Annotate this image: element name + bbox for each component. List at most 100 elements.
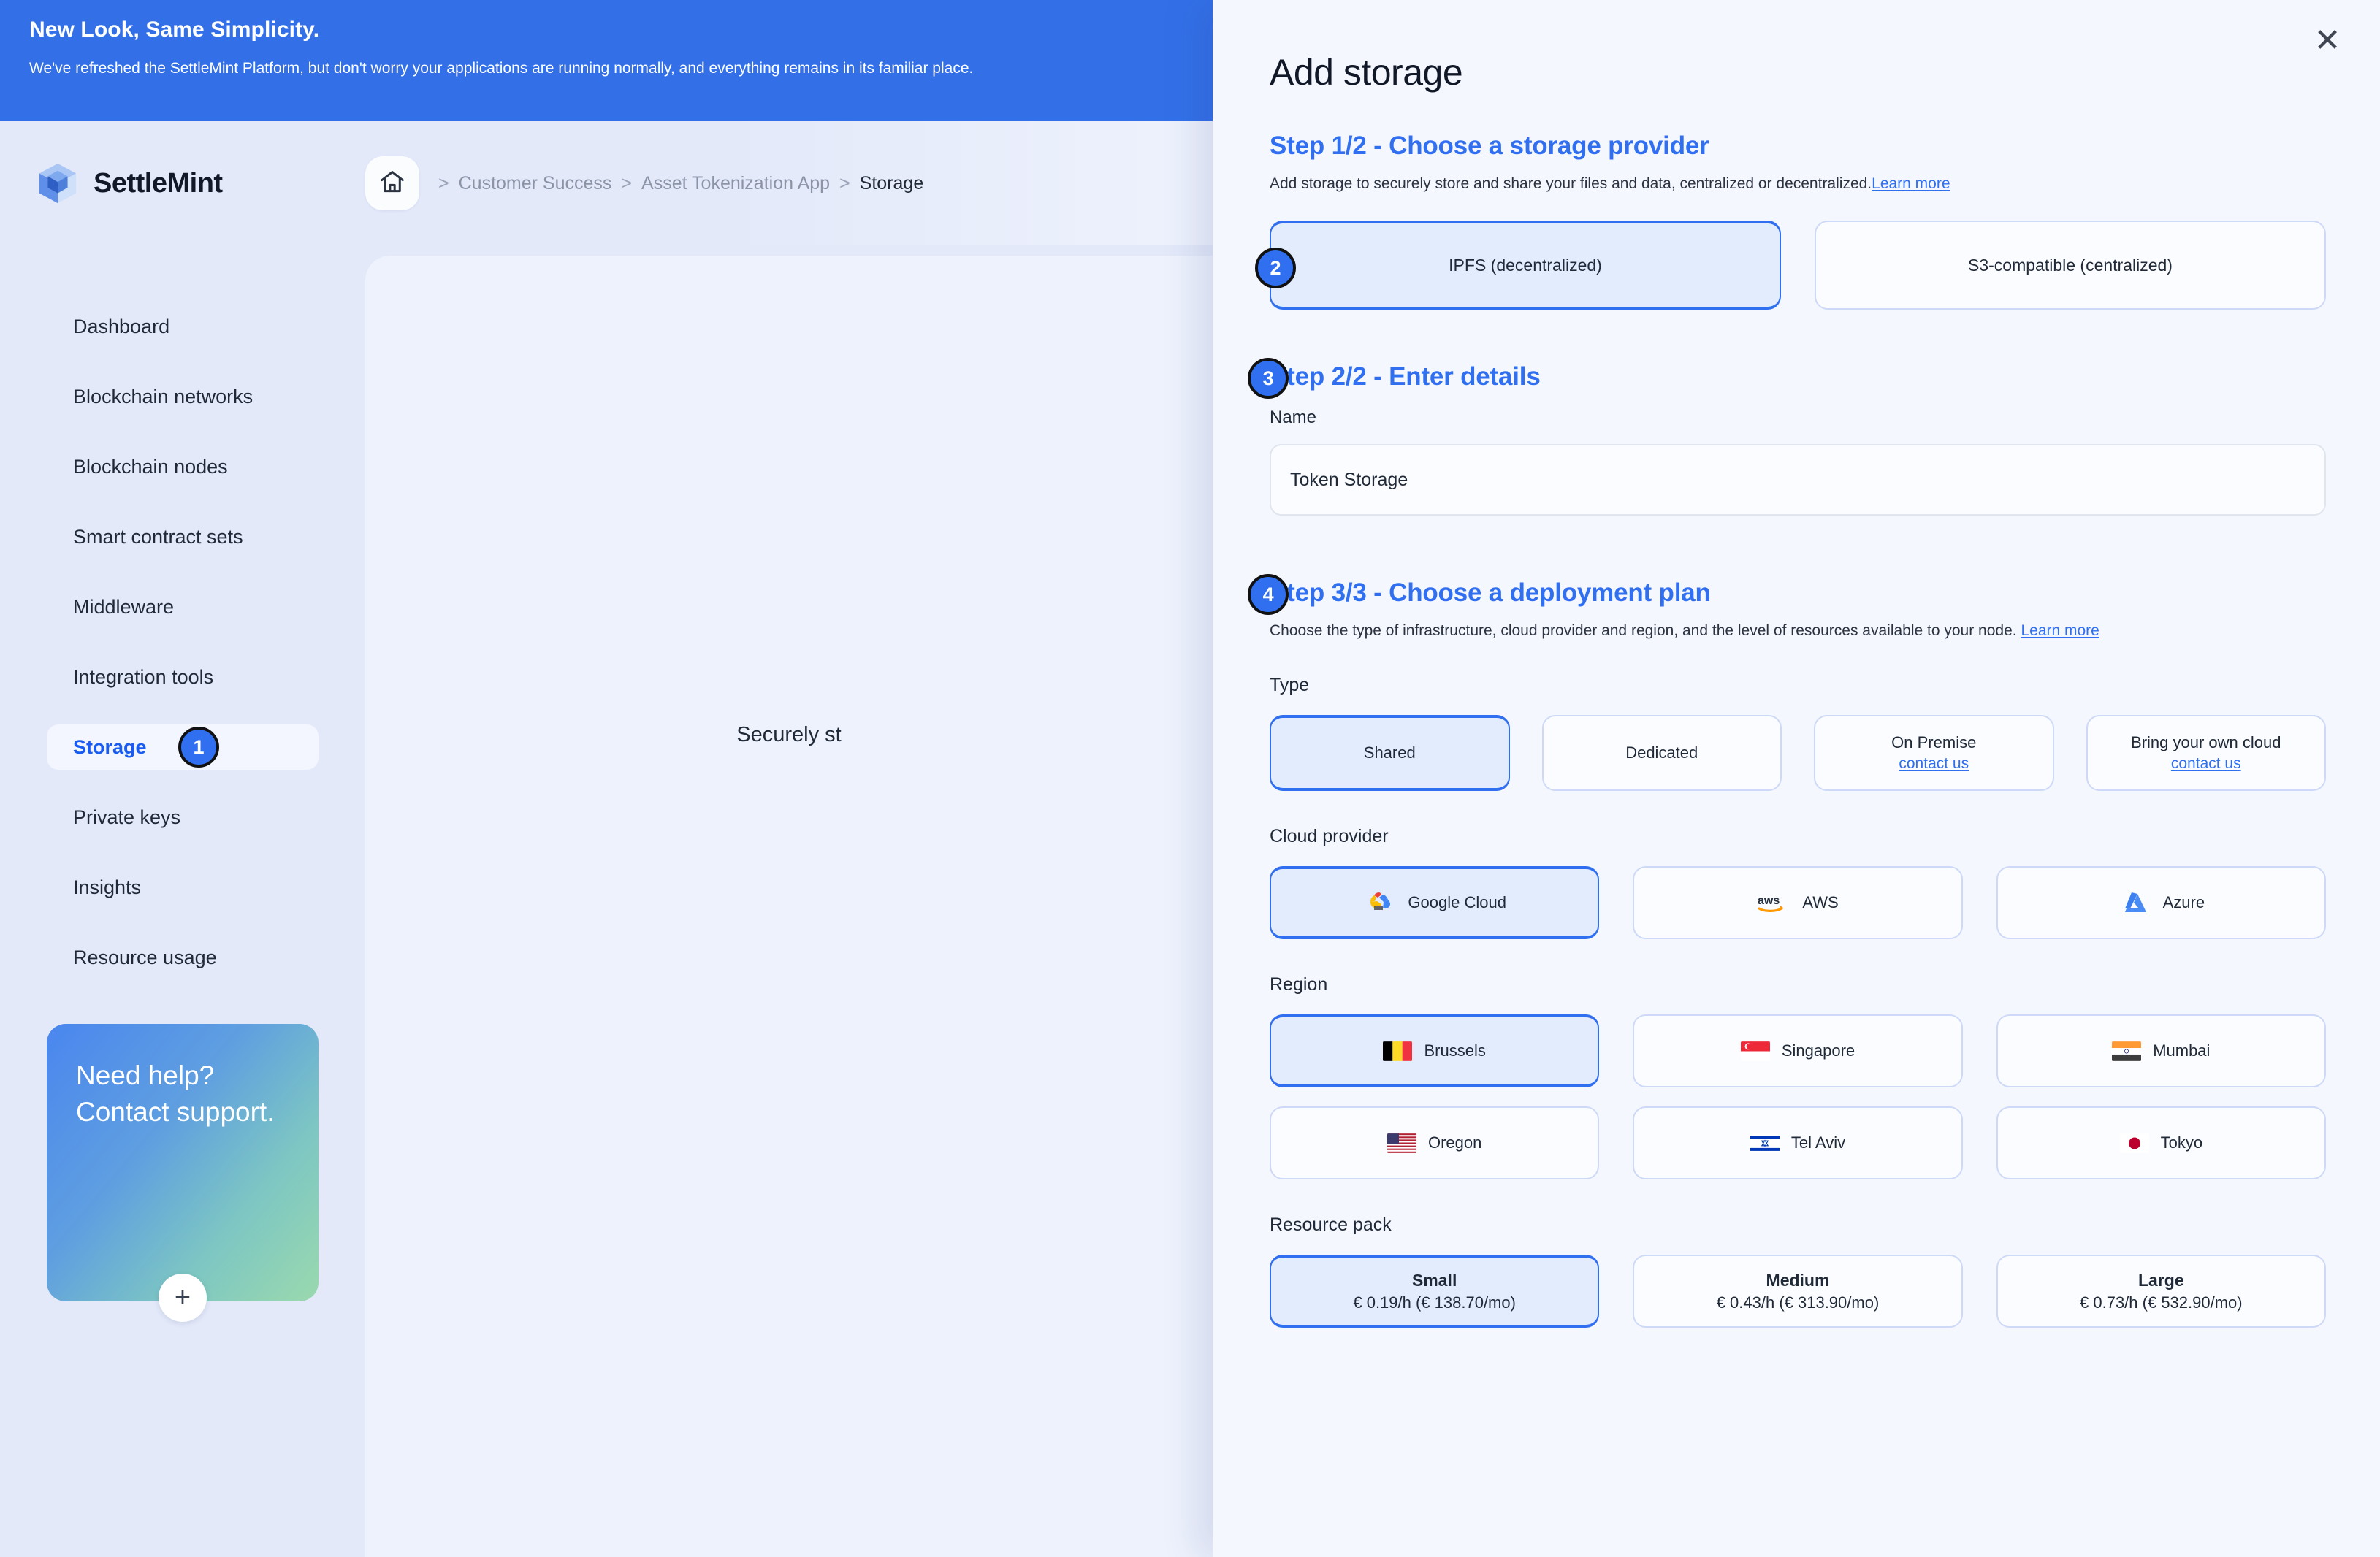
name-field-label: Name (1270, 408, 1317, 427)
flag-india-icon (2112, 1041, 2142, 1062)
step-3-description-text: Choose the type of infrastructure, cloud… (1270, 622, 2017, 639)
breadcrumb-home-button[interactable] (365, 156, 419, 210)
cloud-option-label: Google Cloud (1408, 893, 1506, 911)
region-options-row-1: Brussels Singapore Mumbai (1270, 1014, 2326, 1087)
breadcrumb-item-customer-success[interactable]: Customer Success (459, 173, 612, 194)
type-option-label: Bring your own cloud (2131, 733, 2281, 751)
sidebar-item-label: Blockchain networks (73, 385, 253, 408)
resource-pack-option-large[interactable]: Large € 0.73/h (€ 532.90/mo) (1996, 1255, 2326, 1328)
type-group-label: Type (1270, 675, 1310, 695)
region-options-row-2: Oregon Tel Aviv Tokyo (1270, 1106, 2326, 1179)
region-option-label: Oregon (1427, 1133, 1482, 1152)
breadcrumb-separator-1: > (438, 172, 449, 194)
resource-pack-options: Small € 0.19/h (€ 138.70/mo) Medium € 0.… (1270, 1255, 2326, 1328)
step-2-heading: Step 2/2 - Enter details (1270, 362, 1541, 391)
type-option-dedicated[interactable]: Dedicated (1541, 715, 1782, 791)
home-icon (378, 168, 406, 199)
breadcrumb-item-storage[interactable]: Storage (860, 173, 924, 194)
content-hero-text: Securely st (736, 723, 842, 746)
cloud-option-label: Azure (2162, 893, 2205, 911)
sidebar-item-private-keys[interactable]: Private keys (47, 795, 319, 840)
storage-provider-options: 2 IPFS (decentralized) S3-compatible (ce… (1255, 221, 2326, 310)
sidebar-item-middleware[interactable]: Middleware (47, 584, 319, 630)
breadcrumb-item-asset-tokenization-app[interactable]: Asset Tokenization App (641, 173, 830, 194)
sidebar-item-label: Resource usage (73, 946, 217, 968)
sidebar-item-label: Integration tools (73, 665, 214, 688)
settlemint-cube-icon (35, 161, 80, 206)
brand-logo[interactable]: SettleMint (0, 161, 365, 206)
help-support-card[interactable]: Need help? Contact support. + (47, 1024, 319, 1322)
resource-pack-option-small[interactable]: Small € 0.19/h (€ 138.70/mo) (1270, 1255, 1600, 1328)
region-group-label: Region (1270, 974, 1328, 995)
resource-pack-group-label: Resource pack (1270, 1214, 1392, 1235)
resource-pack-price: € 0.43/h (€ 313.90/mo) (1716, 1293, 1880, 1312)
sidebar-item-blockchain-networks[interactable]: Blockchain networks (47, 374, 319, 419)
region-option-label: Mumbai (2153, 1041, 2211, 1060)
flag-usa-icon (1387, 1133, 1416, 1154)
sidebar-item-integration-tools[interactable]: Integration tools (47, 654, 319, 700)
cloud-provider-options: Google Cloud aws AWS Azure (1270, 866, 2326, 939)
svg-text:aws: aws (1758, 895, 1780, 907)
step-1-learn-more-link[interactable]: Learn more (1872, 175, 1950, 192)
resource-pack-name: Small (1411, 1270, 1457, 1290)
provider-option-ipfs[interactable]: 2 IPFS (decentralized) (1255, 221, 1781, 310)
sidebar-item-label: Dashboard (73, 315, 170, 337)
sidebar-item-dashboard[interactable]: Dashboard (47, 304, 319, 349)
plus-icon[interactable]: + (159, 1274, 207, 1322)
provider-option-label: S3-compatible (centralized) (1968, 255, 2173, 275)
promo-banner-subtitle: We've refreshed the SettleMint Platform,… (29, 60, 974, 77)
drawer-body: Add storage Step 1/2 - Choose a storage … (1213, 0, 2380, 1328)
sidebar-item-blockchain-nodes[interactable]: Blockchain nodes (47, 444, 319, 489)
google-cloud-icon (1362, 890, 1396, 916)
top-bar: SettleMint > Customer Success > Asset To… (0, 121, 1213, 245)
flag-singapore-icon (1740, 1041, 1770, 1062)
step-marker-4: 4 (1248, 574, 1289, 615)
type-option-contact-us-link[interactable]: contact us (1899, 755, 1969, 773)
help-support-text: Need help? Contact support. (76, 1060, 275, 1128)
region-option-label: Tel Aviv (1790, 1133, 1846, 1152)
provider-option-s3-compatible[interactable]: S3-compatible (centralized) (1815, 221, 2326, 310)
type-option-shared[interactable]: Shared (1270, 715, 1510, 791)
flag-belgium-icon (1383, 1041, 1413, 1062)
promo-banner: New Look, Same Simplicity. We've refresh… (0, 0, 1213, 121)
region-option-oregon[interactable]: Oregon (1270, 1106, 1600, 1179)
add-storage-drawer: ✕ Add storage Step 1/2 - Choose a storag… (1213, 0, 2380, 1557)
close-icon[interactable]: ✕ (2307, 20, 2348, 61)
sidebar-item-smart-contract-sets[interactable]: Smart contract sets (47, 514, 319, 559)
app-background: New Look, Same Simplicity. We've refresh… (0, 0, 2380, 1557)
region-option-mumbai[interactable]: Mumbai (1996, 1014, 2326, 1087)
azure-icon (2118, 890, 2151, 916)
region-option-singapore[interactable]: Singapore (1633, 1014, 1963, 1087)
type-option-label: On Premise (1891, 733, 1977, 751)
resource-pack-name: Large (2138, 1270, 2184, 1290)
step-1-description: Add storage to securely store and share … (1270, 175, 2326, 193)
region-option-tokyo[interactable]: Tokyo (1996, 1106, 2326, 1179)
page-title: Add storage (1270, 52, 1463, 93)
name-input[interactable] (1270, 444, 2326, 516)
sidebar-item-label: Blockchain nodes (73, 455, 228, 478)
breadcrumb-separator-2: > (621, 172, 633, 194)
sidebar-nav: Dashboard Blockchain networks Blockchain… (0, 245, 365, 1322)
region-option-tel-aviv[interactable]: Tel Aviv (1633, 1106, 1963, 1179)
sidebar-item-resource-usage[interactable]: Resource usage (47, 935, 319, 980)
step-3-description: Choose the type of infrastructure, cloud… (1270, 622, 2326, 640)
resource-pack-option-medium[interactable]: Medium € 0.43/h (€ 313.90/mo) (1633, 1255, 1963, 1328)
sidebar-item-label: Insights (73, 876, 142, 898)
sidebar-item-insights[interactable]: Insights (47, 865, 319, 910)
cloud-option-google-cloud[interactable]: Google Cloud (1270, 866, 1600, 939)
provider-option-label: IPFS (decentralized) (1449, 255, 1602, 275)
region-option-brussels[interactable]: Brussels (1270, 1014, 1600, 1087)
region-option-label: Brussels (1424, 1041, 1486, 1060)
type-option-on-premise[interactable]: On Premise contact us (1814, 715, 2054, 791)
cloud-option-azure[interactable]: Azure (1996, 866, 2326, 939)
brand-name: SettleMint (94, 167, 223, 199)
cloud-option-aws[interactable]: aws AWS (1633, 866, 1963, 939)
type-option-contact-us-link[interactable]: contact us (2171, 755, 2241, 773)
sidebar-item-storage[interactable]: Storage 1 (47, 724, 319, 770)
step-marker-2: 2 (1255, 248, 1296, 288)
type-option-bring-your-own-cloud[interactable]: Bring your own cloud contact us (2086, 715, 2326, 791)
sidebar-item-label: Private keys (73, 806, 181, 828)
region-option-label: Tokyo (2160, 1133, 2203, 1152)
step-3-learn-more-link[interactable]: Learn more (2021, 622, 2099, 639)
type-option-label: Shared (1363, 743, 1416, 762)
